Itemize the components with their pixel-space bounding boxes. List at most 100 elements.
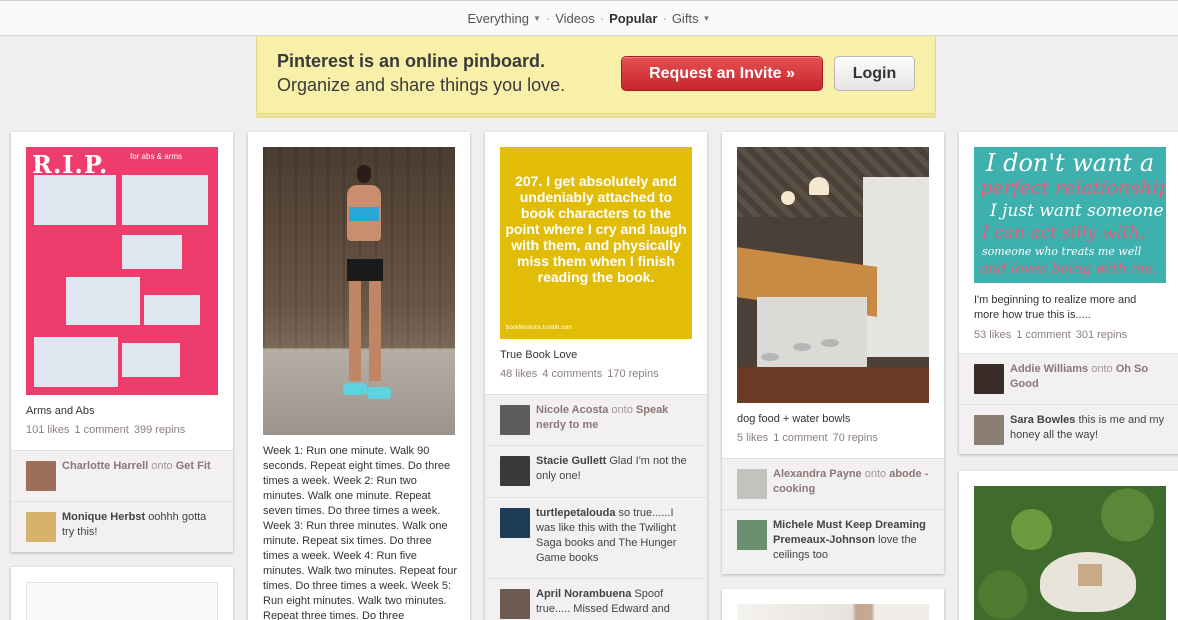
comment-user[interactable]: Monique Herbst — [62, 511, 145, 523]
avatar[interactable] — [737, 520, 767, 550]
signup-banner: Pinterest is an online pinboard. Organiz… — [256, 36, 936, 114]
exercise-photo — [34, 337, 118, 387]
avatar[interactable] — [500, 589, 530, 619]
pin-comment: turtlepetalouda so true......I was like … — [485, 497, 707, 578]
comment-text: Sara Bowles this is me and my honey all … — [1010, 413, 1167, 443]
pin-image-text: 207. I get absolutely and undeniably att… — [505, 173, 687, 285]
comment-text: Stacie Gullett Glad I'm not the only one… — [536, 454, 693, 484]
repins-count[interactable]: 399 repins — [134, 424, 185, 436]
quote-line: I don't want a — [986, 149, 1155, 177]
request-invite-button[interactable]: Request an Invite » — [621, 56, 823, 91]
pin-stats: 48 likes 4 comments 170 repins — [500, 368, 664, 380]
pin-comment: April Norambuena Spoof true..... Missed … — [485, 578, 707, 620]
nav-videos[interactable]: Videos — [553, 11, 597, 26]
likes-count[interactable]: 53 likes — [974, 329, 1011, 341]
pin-comment: Monique Herbst oohhh gotta try this! — [11, 501, 233, 552]
runner-head — [357, 165, 371, 183]
pendant-light — [781, 191, 795, 205]
pin-card[interactable]: dog food + water bowls 5 likes 1 comment 7… — [722, 132, 944, 574]
pin-image[interactable] — [737, 147, 929, 403]
nav-separator: · — [662, 10, 667, 26]
pin-card[interactable]: I don't want a perfect relationship I ju… — [959, 132, 1178, 454]
comment-text: turtlepetalouda so true......I was like … — [536, 506, 693, 566]
comment-user[interactable]: Sara Bowles — [1010, 414, 1075, 426]
pin-comment: Sara Bowles this is me and my honey all … — [959, 404, 1178, 454]
repins-count[interactable]: 301 repins — [1076, 329, 1127, 341]
pin-image[interactable] — [974, 486, 1166, 620]
nav-everything[interactable]: Everything ▼ — [466, 11, 543, 26]
comment-user[interactable]: Stacie Gullett — [536, 455, 606, 467]
runner-leg — [369, 281, 381, 381]
runner-shorts — [347, 259, 383, 281]
avatar[interactable] — [500, 405, 530, 435]
pin-image[interactable]: 207. I get absolutely and undeniably att… — [500, 147, 692, 339]
avatar[interactable] — [974, 364, 1004, 394]
comment-user[interactable]: Addie Williams — [1010, 363, 1088, 375]
comment-user[interactable]: Alexandra Payne — [773, 468, 862, 480]
pin-description: I'm beginning to realize more and more h… — [974, 294, 1137, 321]
exercise-photo — [144, 295, 200, 325]
comment-user[interactable]: April Norambuena — [536, 588, 631, 600]
comments-count[interactable]: 4 comments — [542, 368, 602, 380]
comment-text: Charlotte Harrell onto Get Fit — [62, 459, 219, 474]
comments-count[interactable]: 1 comment — [773, 432, 827, 444]
pin-card[interactable] — [722, 589, 944, 620]
avatar[interactable] — [737, 469, 767, 499]
pin-image[interactable] — [737, 604, 929, 620]
banner-subline: Organize and share things you love. — [277, 75, 566, 95]
nav-separator: · — [599, 10, 605, 26]
pin-description: dog food + water bowls — [737, 413, 851, 425]
pin-comment: Nicole Acosta onto Speak nerdy to me — [485, 394, 707, 445]
pin-description: Arms and Abs — [26, 405, 95, 417]
likes-count[interactable]: 48 likes — [500, 368, 537, 380]
pin-card[interactable] — [11, 567, 233, 620]
repins-count[interactable]: 70 repins — [833, 432, 878, 444]
chevron-down-icon: ▼ — [702, 13, 711, 23]
pin-stats: 53 likes 1 comment 301 repins — [974, 329, 1132, 341]
comment-user[interactable]: Charlotte Harrell — [62, 460, 148, 472]
pin-comment: Alexandra Payne onto abode - cooking — [722, 458, 944, 509]
comment-user[interactable]: Nicole Acosta — [536, 404, 608, 416]
runner-leg — [349, 281, 361, 381]
likes-count[interactable]: 101 likes — [26, 424, 69, 436]
avatar[interactable] — [500, 456, 530, 486]
pin-image[interactable]: R.I.P. for abs & arms — [26, 147, 218, 395]
pin-image[interactable] — [26, 582, 218, 620]
exercise-photo — [34, 175, 116, 225]
category-nav: Everything ▼ · Videos · Popular · Gifts ▼ — [0, 0, 1178, 36]
nav-gifts[interactable]: Gifts ▼ — [670, 11, 713, 26]
quote-line: perfect relationship — [980, 177, 1166, 199]
avatar[interactable] — [500, 508, 530, 538]
comment-user[interactable]: turtlepetalouda — [536, 507, 615, 519]
avatar[interactable] — [26, 512, 56, 542]
comment-text: Alexandra Payne onto abode - cooking — [773, 467, 930, 497]
floor — [737, 367, 929, 403]
pin-image[interactable] — [263, 147, 455, 435]
pin-card[interactable]: R.I.P. for abs & arms Arms and Abs 101 l… — [11, 132, 233, 552]
nav-popular[interactable]: Popular — [607, 11, 659, 26]
pin-description: True Book Love — [500, 349, 578, 361]
comment-onto: onto — [151, 460, 173, 472]
banner-headline: Pinterest is an online pinboard. — [277, 51, 546, 71]
avatar[interactable] — [26, 461, 56, 491]
pin-card[interactable] — [959, 471, 1178, 620]
pin-card[interactable]: 207. I get absolutely and undeniably att… — [485, 132, 707, 620]
pendant-light — [809, 177, 829, 195]
comment-onto: onto — [1091, 363, 1113, 375]
comment-onto: onto — [611, 404, 633, 416]
comment-text: Nicole Acosta onto Speak nerdy to me — [536, 403, 693, 433]
pin-stats: 101 likes 1 comment 399 repins — [26, 424, 190, 436]
pin-card[interactable]: Week 1: Run one minute. Walk 90 seconds.… — [248, 132, 470, 620]
comments-count[interactable]: 1 comment — [74, 424, 128, 436]
pin-stats: 5 likes 1 comment 70 repins — [737, 432, 883, 444]
comment-board[interactable]: Get Fit — [176, 460, 211, 472]
repins-count[interactable]: 170 repins — [607, 368, 658, 380]
nav-everything-label: Everything — [467, 10, 529, 26]
login-button[interactable]: Login — [834, 56, 915, 91]
pin-comment: Stacie Gullett Glad I'm not the only one… — [485, 445, 707, 497]
pin-image[interactable]: I don't want a perfect relationship I ju… — [974, 147, 1166, 283]
likes-count[interactable]: 5 likes — [737, 432, 768, 444]
comment-text: April Norambuena Spoof true..... Missed … — [536, 587, 693, 617]
comments-count[interactable]: 1 comment — [1016, 329, 1070, 341]
avatar[interactable] — [974, 415, 1004, 445]
